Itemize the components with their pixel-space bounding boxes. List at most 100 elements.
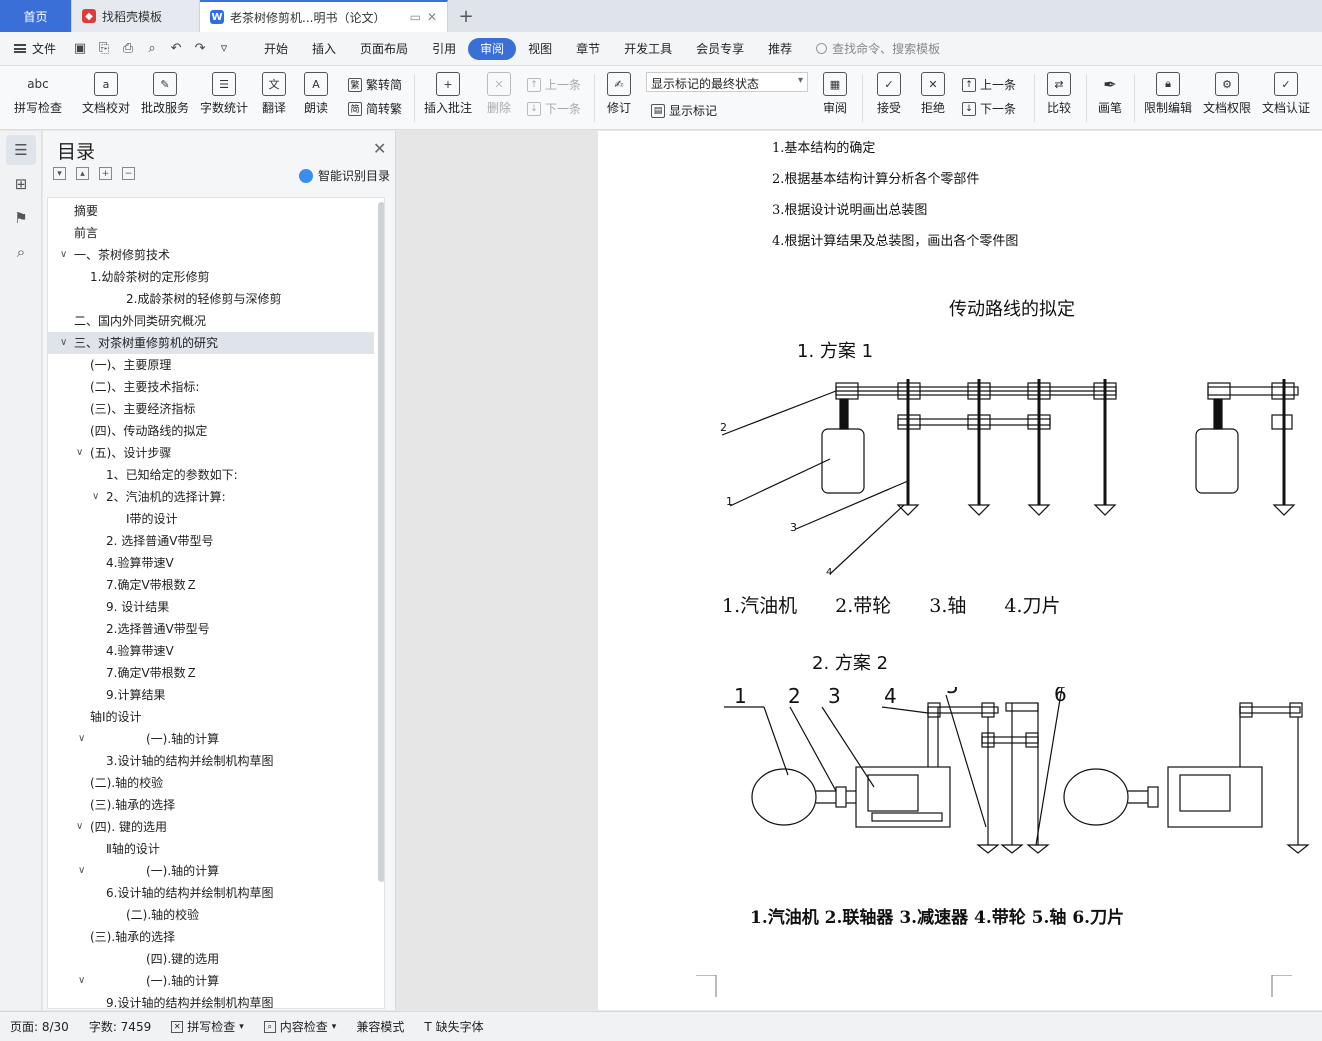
missing-font-indicator[interactable]: T 缺失字体 [414,1018,493,1035]
menu-recommend[interactable]: 推荐 [756,38,804,60]
toc-item[interactable]: (一)、主要原理 [48,354,374,376]
chevron-down-icon[interactable]: ∨ [78,728,85,750]
prev-comment-button[interactable]: ↑ 上一条 [527,76,581,93]
remove-level-icon[interactable]: − [122,167,135,180]
toc-item[interactable]: (三)、主要经济指标 [48,398,374,420]
toc-item[interactable]: 2.成龄茶树的轻修剪与深修剪 [48,288,374,310]
revise-service-button[interactable]: ✎ 批改服务 [139,66,191,130]
chevron-down-icon[interactable]: ∨ [78,970,85,992]
translate-button[interactable]: 文 翻译 [256,66,292,130]
toc-item[interactable]: 9. 设计结果 [48,596,374,618]
toc-item[interactable]: 二、国内外同类研究概况 [48,310,374,332]
tab-document[interactable]: W 老茶树修剪机...明书（论文） ▭ ✕ [200,0,448,32]
doc-permission-button[interactable]: ⚙ 文档权限 [1199,66,1255,130]
toc-item[interactable]: (四).键的选用 [48,948,374,970]
toc-item[interactable]: 轴Ⅰ的设计 [48,706,374,728]
toc-item[interactable]: ∨ (一).轴的计算 [48,728,374,750]
menu-devtools[interactable]: 开发工具 [612,38,684,60]
show-markup-button[interactable]: ▤ 显示标记 [651,102,717,119]
menu-start[interactable]: 开始 [252,38,300,60]
toc-item[interactable]: (二).轴的校验 [48,904,374,926]
more-icon[interactable]: ▿ [216,41,232,56]
reject-button[interactable]: ✕ 拒绝 [914,66,952,130]
chevron-down-icon[interactable]: ∨ [60,332,67,354]
toc-item[interactable]: 摘要 [48,200,374,222]
menu-review[interactable]: 审阅 [468,37,517,60]
word-count-indicator[interactable]: 字数: 7459 [79,1018,161,1035]
status-content-check[interactable]: ⌕ 内容检查 ▾ [254,1018,347,1035]
toc-item[interactable]: 7.确定Ⅴ带根数Ｚ [48,574,374,596]
chevron-down-icon[interactable]: ∨ [76,442,83,464]
toc-item[interactable]: 3.设计轴的结构并绘制机构草图 [48,750,374,772]
markup-state-select[interactable]: 显示标记的最终状态 [646,72,808,92]
toc-item[interactable]: (二)、主要技术指标: [48,376,374,398]
expand-all-icon[interactable]: ▴ [76,167,89,180]
find-icon[interactable]: ⌕ [6,237,36,267]
document-page[interactable]: 1.基本结构的确定 2.根据基本结构计算分析各个零部件 3.根据设计说明画出总装… [598,131,1322,1010]
word-count-button[interactable]: ☰ 字数统计 [198,66,250,130]
chevron-down-icon[interactable]: ∨ [78,860,85,882]
print-icon[interactable]: ⎙ [120,41,136,56]
menu-insert[interactable]: 插入 [300,38,348,60]
file-menu[interactable]: 文件 [0,40,64,57]
doc-check-button[interactable]: a 文档校对 [80,66,132,130]
doc-cert-button[interactable]: ✓ 文档认证 [1258,66,1314,130]
toc-item[interactable]: (三).轴承的选择 [48,794,374,816]
toc-item[interactable]: 7.确定Ⅴ带根数Ｚ [48,662,374,684]
preview-icon[interactable]: ⌕ [144,41,160,56]
toc-item[interactable]: ∨ 一、茶树修剪技术 [48,244,374,266]
toc-item[interactable]: (二).轴的校验 [48,772,374,794]
toc-item[interactable]: ∨ (一).轴的计算 [48,970,374,992]
toc-item[interactable]: ∨ (五)、设计步骤 [48,442,374,464]
toc-scrollbar[interactable] [378,202,384,882]
tab-home[interactable]: 首页 [0,0,72,32]
page-indicator[interactable]: 页面: 8/30 [0,1018,79,1035]
redo-icon[interactable]: ↷ [192,41,208,56]
trad-to-simp-button[interactable]: 繁繁转简 [348,76,402,93]
toc-item[interactable]: 2. 选择普通Ⅴ带型号 [48,530,374,552]
compare-button[interactable]: ⇄ 比较 [1040,66,1078,130]
close-icon[interactable]: ✕ [373,139,386,158]
spell-check-button[interactable]: abc 拼写检查 [10,66,66,130]
simp-to-trad-button[interactable]: 简简转繁 [348,100,402,117]
toc-item[interactable]: 4.验算带速Ⅴ [48,640,374,662]
next-change-button[interactable]: ↓ 下一条 [962,100,1016,117]
tab-close-icon[interactable]: ✕ [427,10,437,24]
toc-item[interactable]: 2.选择普通Ⅴ带型号 [48,618,374,640]
new-tab-button[interactable]: + [448,0,484,32]
chapter-nav-icon[interactable]: ⊞ [6,169,36,199]
toc-item[interactable]: ∨ (四). 键的选用 [48,816,374,838]
next-comment-button[interactable]: ↓ 下一条 [527,100,581,117]
delete-comment-button[interactable]: ✕ 删除 [480,66,518,130]
menu-view[interactable]: 视图 [516,38,564,60]
prev-change-button[interactable]: ↑ 上一条 [962,76,1016,93]
toc-item[interactable]: (四)、传动路线的拟定 [48,420,374,442]
toc-item[interactable]: 前言 [48,222,374,244]
toc-item[interactable]: ∨ (一).轴的计算 [48,860,374,882]
command-search[interactable]: 查找命令、搜索模板 [816,40,940,57]
menu-chapter[interactable]: 章节 [564,38,612,60]
revise-button[interactable]: ✍ 修订 [600,66,638,130]
toc-item[interactable]: Ⅰ带的设计 [48,508,374,530]
toc-item[interactable]: Ⅱ轴的设计 [48,838,374,860]
read-aloud-button[interactable]: A 朗读 [300,66,332,130]
toc-item[interactable]: 9.计算结果 [48,684,374,706]
menu-layout[interactable]: 页面布局 [348,38,420,60]
menu-reference[interactable]: 引用 [420,38,468,60]
chevron-down-icon[interactable]: ∨ [92,486,99,508]
toc-item[interactable]: 9.设计轴的结构并绘制机构草图 [48,992,374,1008]
status-spell-check[interactable]: ✕ 拼写检查 ▾ [161,1018,254,1035]
menu-member[interactable]: 会员专享 [684,38,756,60]
add-level-icon[interactable]: + [99,167,112,180]
toc-item[interactable]: 1、已知给定的参数如下: [48,464,374,486]
undo-icon[interactable]: ↶ [168,41,184,56]
restrict-edit-button[interactable]: 🔒︎ 限制编辑 [1140,66,1196,130]
toc-item[interactable]: ∨ 2、汽油机的选择计算: [48,486,374,508]
chevron-down-icon[interactable]: ∨ [76,816,83,838]
save-icon[interactable]: ▣ [72,41,88,56]
smart-toc-button[interactable]: 智能识别目录 [299,167,390,184]
accept-button[interactable]: ✓ 接受 [870,66,908,130]
insert-comment-button[interactable]: + 插入批注 [422,66,474,130]
toc-item[interactable]: 6.设计轴的结构并绘制机构草图 [48,882,374,904]
toc-item[interactable]: (三).轴承的选择 [48,926,374,948]
